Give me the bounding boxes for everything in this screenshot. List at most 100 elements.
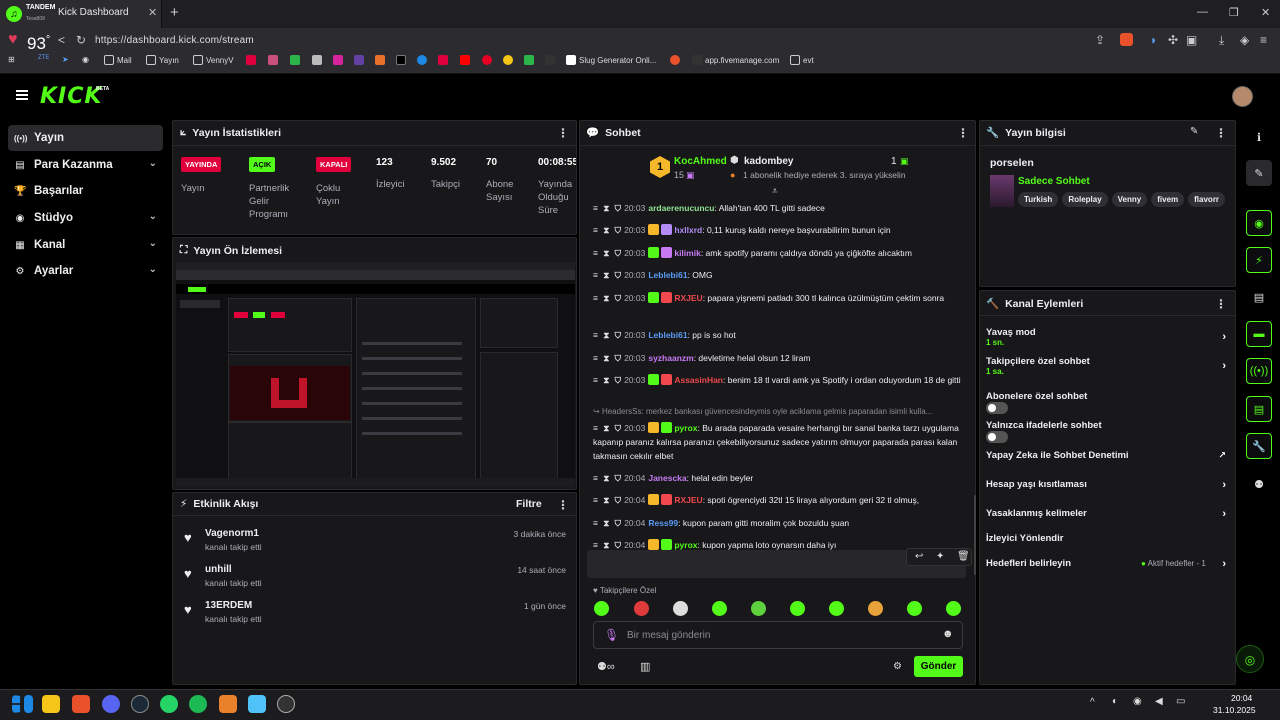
mod-shield-icon[interactable]: ⛉ xyxy=(615,495,621,505)
top-gifter-name[interactable]: KocAhmed xyxy=(674,156,727,167)
apps-grid-icon[interactable]: ⊞ xyxy=(8,55,15,64)
sidebar-item-basarilar[interactable]: 🏆 Başarılar xyxy=(8,178,163,204)
chat-username[interactable]: RXJEU xyxy=(674,495,702,505)
document-icon[interactable]: ▤ xyxy=(1246,284,1272,310)
pin-handle-icon[interactable]: ≡ xyxy=(593,248,598,258)
emote-6[interactable] xyxy=(790,601,805,616)
chat-message[interactable]: ≡ ⧗ ⛉ 20:03 ardaerenucuncu: Allah'tan 400 … xyxy=(593,201,963,215)
send-button[interactable]: Gönder xyxy=(914,656,963,677)
chat-message[interactable]: ≡ ⧗ ⛉ 20:03 Leblebi61: OMG xyxy=(593,268,963,282)
feed-user[interactable]: Vagenorm1 xyxy=(205,528,259,539)
mod-shield-icon[interactable]: ⛉ xyxy=(615,375,621,385)
infinity-icon[interactable]: ⚉∞ xyxy=(597,660,615,673)
category-name[interactable]: Sadece Sohbet xyxy=(1018,176,1090,187)
discord-icon[interactable] xyxy=(102,695,120,713)
hamburger-menu-icon[interactable] xyxy=(16,90,28,100)
info-menu-icon[interactable]: ⋮ xyxy=(1215,126,1227,140)
microphone-icon[interactable]: 🎙 xyxy=(604,628,619,642)
pin-handle-icon[interactable]: ≡ xyxy=(593,270,598,280)
bookmark-icon-10[interactable] xyxy=(524,55,534,65)
chat-username[interactable]: Ress99 xyxy=(648,518,678,528)
battery-icon[interactable]: ▭ xyxy=(1176,696,1185,707)
timeout-icon[interactable]: ⧗ xyxy=(601,330,612,340)
emote-8[interactable] xyxy=(868,601,883,616)
chat-input-box[interactable]: 🎙 Bir mesaj gönderin ☻ xyxy=(593,621,963,649)
chat-username[interactable]: RXJEU xyxy=(674,293,702,303)
vpn-icon[interactable]: ◈ xyxy=(1240,33,1249,47)
bookmark-pinterest-icon[interactable] xyxy=(482,55,492,65)
feed-user[interactable]: 13ERDEM xyxy=(205,600,252,611)
bookmark-vennyv[interactable]: VennyV xyxy=(193,55,234,65)
chat-username[interactable]: pyrox xyxy=(674,540,697,550)
sidebar-item-studyo[interactable]: ◉ Stüdyo ⌄ xyxy=(8,205,163,231)
action-account-age[interactable]: Hesap yaşı kısıtlaması › xyxy=(986,479,1226,493)
feed-filter-button[interactable]: Filtre xyxy=(516,498,542,510)
bookmark-fivemanage[interactable]: app.fivemanage.com xyxy=(692,55,779,65)
reply-context[interactable]: ↪ HeadersSs: merkez bankası güvencesinde… xyxy=(593,407,963,416)
emote-9[interactable] xyxy=(907,601,922,616)
action-raid[interactable]: İzleyici Yönlendir xyxy=(986,533,1226,547)
user-avatar[interactable] xyxy=(1232,86,1253,107)
lightning-icon[interactable]: ⚡ xyxy=(1246,247,1272,273)
clock-date[interactable]: 31.10.2025 xyxy=(1213,705,1256,715)
mod-shield-icon[interactable]: ⛉ xyxy=(615,270,621,280)
mod-shield-icon[interactable]: ⛉ xyxy=(615,330,621,340)
spotify-icon[interactable] xyxy=(189,695,207,713)
whatsapp-icon[interactable] xyxy=(160,695,178,713)
chat-username[interactable]: AssasinHan xyxy=(674,375,723,385)
timeout-icon[interactable]: ⧗ xyxy=(601,353,612,363)
share-icon[interactable]: ⇪ xyxy=(1095,33,1105,47)
pin-handle-icon[interactable]: ≡ xyxy=(593,540,598,550)
new-tab-button[interactable]: + xyxy=(170,4,179,21)
bookmark-icon-6[interactable] xyxy=(375,55,385,65)
chat-username[interactable]: Leblebi61 xyxy=(648,270,687,280)
chat-username[interactable]: Leblebi61 xyxy=(648,330,687,340)
bookmark-icon-9[interactable] xyxy=(503,55,513,65)
timeout-icon[interactable]: ⧗ xyxy=(601,293,612,303)
chat-message[interactable]: ≡ ⧗ ⛉ 20:03 Leblebi61: pp is so hot xyxy=(593,328,963,342)
app-icon-3[interactable] xyxy=(277,695,295,713)
brave-shield-icon[interactable] xyxy=(1120,33,1133,46)
pin-icon[interactable]: ✦ xyxy=(936,551,944,562)
emote-1[interactable] xyxy=(594,601,609,616)
chat-message[interactable]: ≡ ⧗ ⛉ 20:03 pyrox: Bu arada paparada vesai… xyxy=(593,421,963,463)
bookmark-slug-generator[interactable]: Slug Generator Onli... xyxy=(566,55,656,65)
bookmark-icon-2[interactable] xyxy=(268,55,278,65)
mod-shield-icon[interactable]: ⛉ xyxy=(615,353,621,363)
mod-shield-icon[interactable]: ⛉ xyxy=(615,518,621,528)
chat-username[interactable]: ardaerenucuncu xyxy=(648,203,714,213)
action-slow-mode[interactable]: Yavaş mod 1 sn. › xyxy=(986,327,1226,351)
tag-chip[interactable]: flavorr xyxy=(1188,192,1226,207)
audio-icon[interactable]: ◗ xyxy=(1150,33,1157,47)
sidebar-item-para-kazanma[interactable]: ▤ Para Kazanma ⌄ xyxy=(8,152,163,178)
minimize-icon[interactable]: — xyxy=(1197,6,1208,18)
tray-chevron-icon[interactable]: ^ xyxy=(1090,697,1095,708)
timeout-icon[interactable]: ⧗ xyxy=(601,375,612,385)
menu-icon[interactable]: ≡ xyxy=(1260,33,1267,47)
bookmark-mail[interactable]: Mail xyxy=(104,55,132,65)
bookmark-icon-3[interactable] xyxy=(290,55,300,65)
pin-handle-icon[interactable]: ≡ xyxy=(593,518,598,528)
bookmark-x-icon[interactable] xyxy=(396,55,406,65)
delete-icon[interactable]: 🗑 xyxy=(957,551,970,562)
bookmark-icon-5[interactable] xyxy=(354,55,364,65)
bookmark-evt[interactable]: evt xyxy=(790,55,814,65)
timeout-icon[interactable]: ⧗ xyxy=(601,203,612,213)
chat-settings-gear-icon[interactable]: ⚙ xyxy=(893,661,902,672)
timeout-icon[interactable]: ⧗ xyxy=(601,495,612,505)
emoji-icon[interactable]: ☻ xyxy=(942,628,954,640)
mod-shield-icon[interactable]: ⛉ xyxy=(615,203,621,213)
feed-menu-icon[interactable]: ⋮ xyxy=(557,498,569,512)
sidebar-item-ayarlar[interactable]: ⚙ Ayarlar ⌄ xyxy=(8,258,163,284)
kick-coin-icon[interactable]: ◎ xyxy=(1236,645,1264,673)
stats-menu-icon[interactable]: ⋮ xyxy=(557,126,569,140)
sidebar-item-kanal[interactable]: ▦ Kanal ⌄ xyxy=(8,232,163,258)
sidebar-toggle-icon[interactable]: ▣ xyxy=(1186,33,1197,47)
chat-message[interactable]: ≡ ⧗ ⛉ 20:04 RXJEU: spoti ögrenciydi 32tl 1… xyxy=(593,493,963,507)
bookmark-yayin[interactable]: Yayın xyxy=(146,55,179,65)
emotes-only-toggle[interactable] xyxy=(986,431,1008,443)
tag-chip[interactable]: Roleplay xyxy=(1062,192,1108,207)
chat-icon[interactable]: ▬ xyxy=(1246,321,1272,347)
mod-shield-icon[interactable]: ⛉ xyxy=(615,540,621,550)
extensions-icon[interactable]: ✣ xyxy=(1168,33,1178,47)
